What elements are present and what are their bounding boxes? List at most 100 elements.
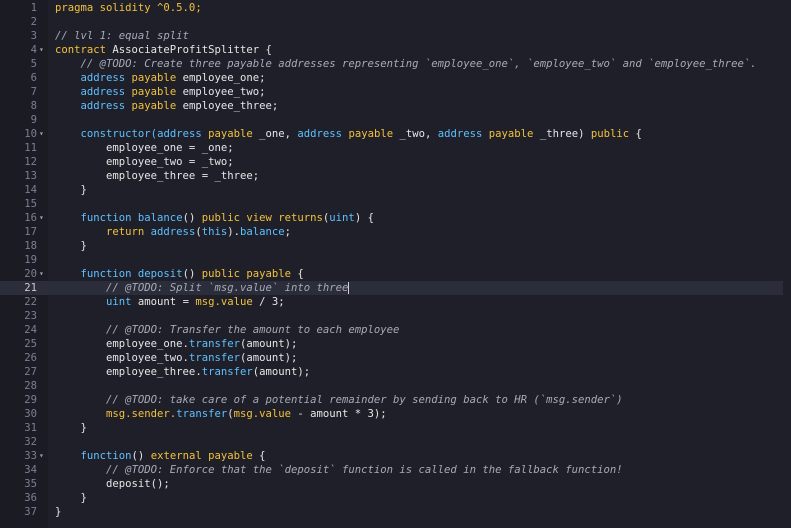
code-line[interactable]: 30 msg.sender.transfer(msg.value - amoun… bbox=[0, 407, 791, 421]
code-line[interactable]: 14 } bbox=[0, 183, 791, 197]
code-text[interactable]: pragma solidity ^0.5.0; bbox=[55, 1, 202, 15]
code-lines: 1 pragma solidity ^0.5.0; 2 3// lvl 1: equa… bbox=[0, 1, 791, 519]
code-text[interactable]: employee_three = _three; bbox=[55, 169, 259, 183]
code-line[interactable]: 9 bbox=[0, 113, 791, 127]
code-text[interactable]: // lvl 1: equal split bbox=[55, 29, 189, 43]
code-text[interactable]: contract AssociateProfitSplitter { bbox=[55, 43, 272, 57]
code-line[interactable]: 26 employee_two.transfer(amount); bbox=[0, 351, 791, 365]
chevron-down-icon[interactable]: ▾ bbox=[39, 267, 47, 281]
code-text[interactable]: address payable employee_two; bbox=[55, 85, 266, 99]
code-line[interactable]: 16 ▾ function balance() public view retur… bbox=[0, 211, 791, 225]
code-line[interactable]: 18 } bbox=[0, 239, 791, 253]
code-text[interactable]: // @TODO: Split `msg.value` into three bbox=[55, 281, 350, 295]
code-line[interactable]: 25 employee_one.transfer(amount); bbox=[0, 337, 791, 351]
code-text[interactable]: return address(this).balance; bbox=[55, 225, 291, 239]
chevron-down-icon[interactable]: ▾ bbox=[39, 211, 47, 225]
code-line[interactable]: 32 bbox=[0, 435, 791, 449]
code-token: public bbox=[590, 128, 636, 140]
vertical-scrollbar[interactable] bbox=[783, 0, 791, 528]
code-text[interactable]: function deposit() public payable { bbox=[55, 267, 304, 281]
code-text[interactable]: } bbox=[55, 183, 87, 197]
code-line[interactable]: 6 address payable employee_one; bbox=[0, 71, 791, 85]
code-line[interactable]: 31 } bbox=[0, 421, 791, 435]
code-token: contract bbox=[55, 44, 113, 56]
line-number: 1 bbox=[30, 2, 37, 14]
code-line[interactable]: 20 ▾ function deposit() public payable { bbox=[0, 267, 791, 281]
chevron-down-icon[interactable]: ▾ bbox=[39, 449, 47, 463]
code-line[interactable]: 29 // @TODO: take care of a potential re… bbox=[0, 393, 791, 407]
code-text[interactable]: uint amount = msg.value / 3; bbox=[55, 295, 285, 309]
code-line[interactable]: 33 ▾ function() external payable { bbox=[0, 449, 791, 463]
code-text[interactable]: deposit(); bbox=[55, 477, 170, 491]
code-text[interactable]: employee_two = _two; bbox=[55, 155, 234, 169]
code-line[interactable]: 7 address payable employee_two; bbox=[0, 85, 791, 99]
line-number: 30 bbox=[24, 408, 37, 420]
code-line[interactable]: 12 employee_two = _two; bbox=[0, 155, 791, 169]
code-token: _two, bbox=[399, 128, 438, 140]
code-line[interactable]: 10 ▾ constructor(address payable _one, ad… bbox=[0, 127, 791, 141]
code-editor[interactable]: 1 pragma solidity ^0.5.0; 2 3// lvl 1: equa… bbox=[0, 0, 791, 528]
code-token: payable bbox=[488, 128, 540, 140]
code-token: () bbox=[131, 450, 151, 462]
code-text[interactable]: employee_one = _one; bbox=[55, 141, 234, 155]
chevron-down-icon[interactable]: ▾ bbox=[39, 43, 47, 57]
code-text[interactable]: address payable employee_three; bbox=[55, 99, 279, 113]
code-line[interactable]: 37} bbox=[0, 505, 791, 519]
line-number: 11 bbox=[24, 142, 37, 154]
code-line[interactable]: 21 // @TODO: Split `msg.value` into thre… bbox=[0, 281, 791, 295]
code-text[interactable]: employee_two.transfer(amount); bbox=[55, 351, 297, 365]
code-text[interactable]: // @TODO: Transfer the amount to each em… bbox=[55, 323, 399, 337]
code-token: // @TODO: Enforce that the `deposit` fun… bbox=[55, 464, 623, 476]
code-token: ) { bbox=[354, 212, 374, 224]
code-line[interactable]: 5 // @TODO: Create three payable address… bbox=[0, 57, 791, 71]
chevron-down-icon[interactable]: ▾ bbox=[39, 127, 47, 141]
code-line[interactable]: 3 // lvl 1: equal split bbox=[0, 29, 791, 43]
code-line[interactable]: 36 } bbox=[0, 491, 791, 505]
code-line[interactable]: 35 deposit(); bbox=[0, 477, 791, 491]
code-token: msg.sender. bbox=[55, 408, 177, 420]
code-line[interactable]: 22 uint amount = msg.value / 3; bbox=[0, 295, 791, 309]
code-token: payable bbox=[131, 86, 183, 98]
code-token: deposit(); bbox=[55, 478, 170, 490]
code-text[interactable]: // @TODO: take care of a potential remai… bbox=[55, 393, 623, 407]
line-number: 19 bbox=[24, 254, 37, 266]
code-text[interactable]: // @TODO: Create three payable addresses… bbox=[55, 57, 757, 71]
code-text[interactable]: } bbox=[55, 239, 87, 253]
code-text[interactable]: } bbox=[55, 421, 87, 435]
code-text[interactable]: } bbox=[55, 491, 87, 505]
code-line[interactable]: 11 employee_one = _one; bbox=[0, 141, 791, 155]
code-text[interactable]: constructor(address payable _one, addres… bbox=[55, 127, 642, 141]
code-line[interactable]: 13 employee_three = _three; bbox=[0, 169, 791, 183]
code-text[interactable]: employee_three.transfer(amount); bbox=[55, 365, 310, 379]
line-number: 17 bbox=[24, 226, 37, 238]
code-text[interactable]: function() external payable { bbox=[55, 449, 266, 463]
code-text[interactable]: function balance() public view returns(u… bbox=[55, 211, 374, 225]
code-token: msg.value bbox=[233, 408, 292, 420]
code-text[interactable]: address payable employee_one; bbox=[55, 71, 266, 85]
code-line[interactable]: 24 // @TODO: Transfer the amount to each… bbox=[0, 323, 791, 337]
code-token: public view returns bbox=[201, 212, 323, 224]
code-line[interactable]: 28 bbox=[0, 379, 791, 393]
code-line[interactable]: 17 return address(this).balance; bbox=[0, 225, 791, 239]
code-token: - amount * 3); bbox=[291, 408, 387, 420]
code-text[interactable]: msg.sender.transfer(msg.value - amount *… bbox=[55, 407, 387, 421]
code-line[interactable]: 23 bbox=[0, 309, 791, 323]
code-token: // @TODO: take care of a potential remai… bbox=[55, 394, 623, 406]
line-number: 20 bbox=[24, 268, 37, 280]
line-number: 8 bbox=[30, 100, 37, 112]
code-line[interactable]: 4 ▾ contract AssociateProfitSplitter { bbox=[0, 43, 791, 57]
code-line[interactable]: 27 employee_three.transfer(amount); bbox=[0, 365, 791, 379]
code-token: / 3; bbox=[252, 296, 285, 308]
code-token: ; bbox=[284, 226, 292, 238]
code-text[interactable]: employee_one.transfer(amount); bbox=[55, 337, 297, 351]
code-line[interactable]: 2 bbox=[0, 15, 791, 29]
line-number: 5 bbox=[30, 58, 37, 70]
code-line[interactable]: 15 bbox=[0, 197, 791, 211]
code-line[interactable]: 8 address payable employee_three; bbox=[0, 99, 791, 113]
code-text[interactable]: // @TODO: Enforce that the `deposit` fun… bbox=[55, 463, 623, 477]
code-text[interactable]: } bbox=[55, 505, 61, 519]
code-line[interactable]: 34 // @TODO: Enforce that the `deposit` … bbox=[0, 463, 791, 477]
code-line[interactable]: 19 bbox=[0, 253, 791, 267]
code-line[interactable]: 1 pragma solidity ^0.5.0; bbox=[0, 1, 791, 15]
code-token: constructor( bbox=[55, 128, 158, 140]
